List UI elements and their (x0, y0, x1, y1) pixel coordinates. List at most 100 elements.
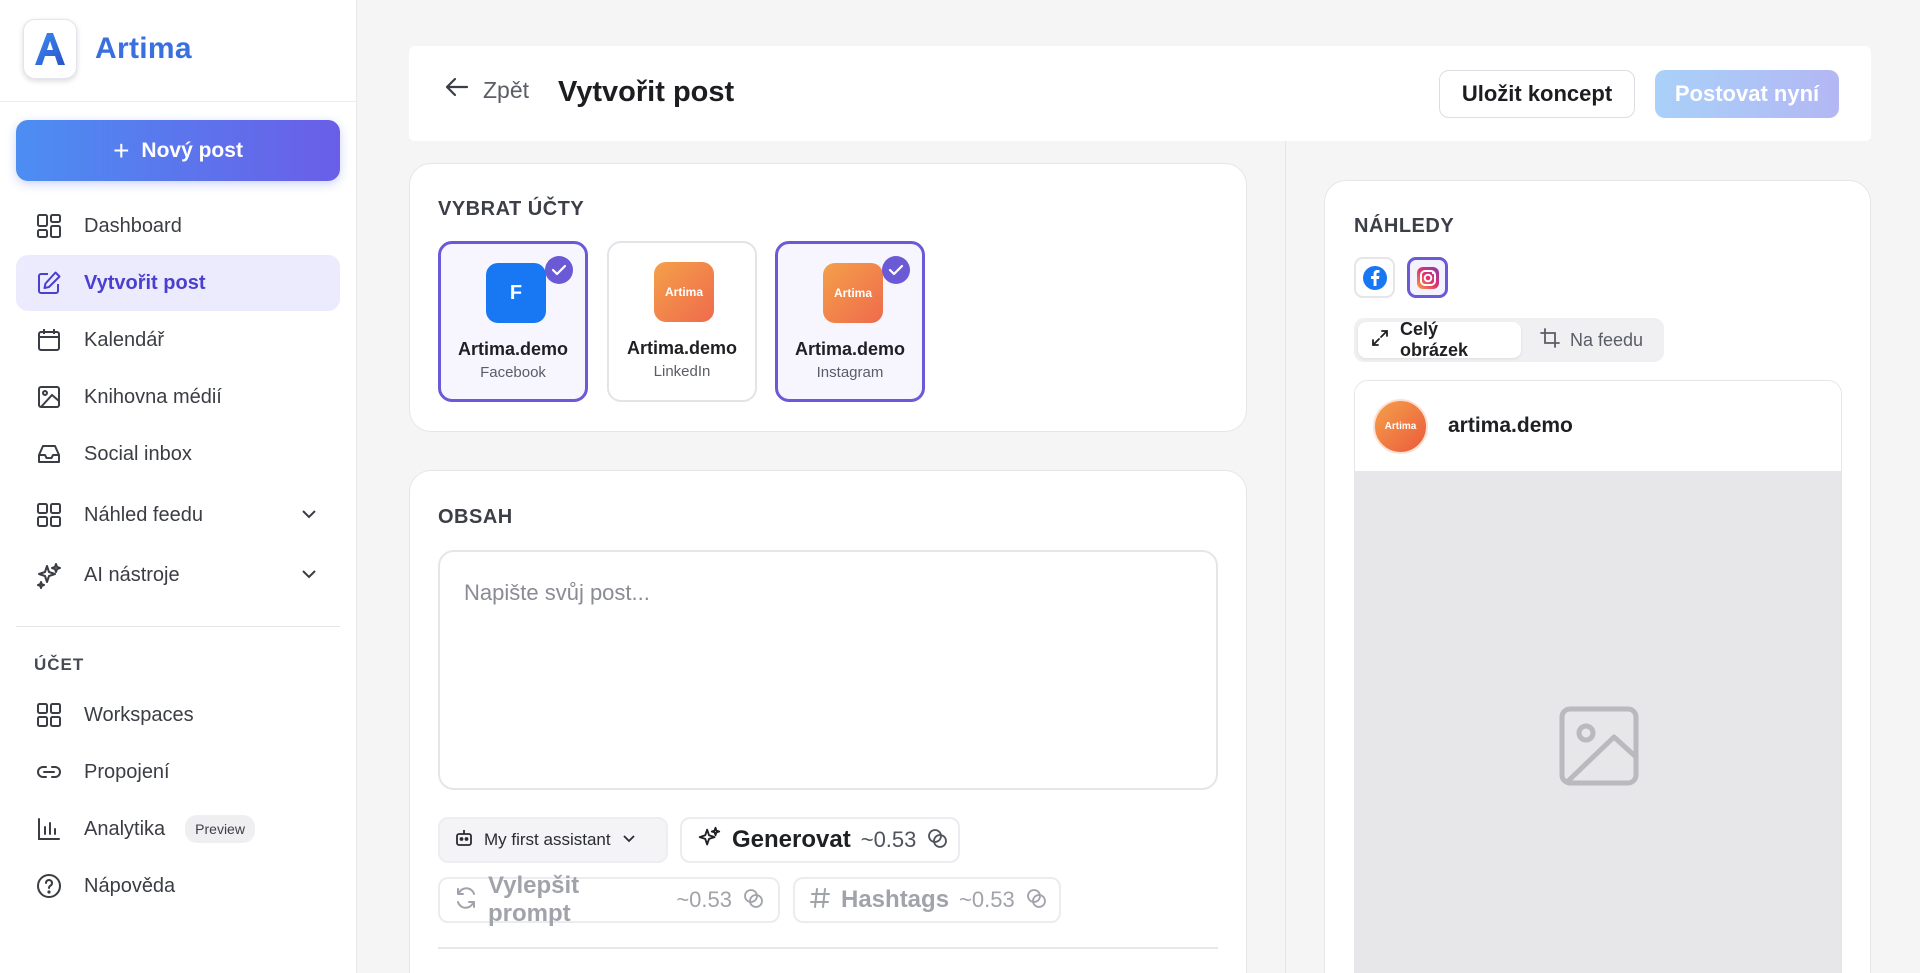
chevron-down-icon[interactable] (300, 505, 318, 529)
account-card-linkedin[interactable]: Artima Artima.demo LinkedIn (607, 241, 757, 402)
sidebar-item-connections[interactable]: Propojení (16, 744, 340, 800)
avatar: Artima (1373, 398, 1428, 454)
account-network: Instagram (816, 364, 884, 381)
chevron-down-icon[interactable] (300, 565, 318, 589)
hashtags-button[interactable]: Hashtags ~0.53 (793, 877, 1061, 923)
app-logo (23, 19, 77, 79)
hashtags-cost: ~0.53 (959, 887, 1015, 912)
sidebar-item-calendar[interactable]: Kalendář (16, 312, 340, 368)
save-draft-button[interactable]: Uložit koncept (1439, 70, 1635, 118)
mode-on-feed[interactable]: Na feedu (1528, 322, 1658, 358)
check-icon (882, 256, 910, 284)
help-icon (34, 871, 64, 901)
new-post-button[interactable]: + Nový post (16, 120, 340, 181)
sidebar-item-social-inbox[interactable]: Social inbox (16, 426, 340, 482)
sidebar-item-dashboard[interactable]: Dashboard (16, 198, 340, 254)
account-name: Artima.demo (457, 339, 569, 359)
post-preview-header: Artima artima.demo (1355, 381, 1841, 471)
mode-full-image[interactable]: Celý obrázek (1358, 319, 1521, 360)
edit-icon (34, 268, 64, 298)
back-label: Zpět (483, 76, 530, 103)
account-network: LinkedIn (653, 363, 711, 380)
section-title-account: ÚČET (34, 655, 85, 674)
sidebar-item-analytics[interactable]: Analytika Preview (16, 801, 340, 857)
sidebar-item-label: Workspaces (84, 703, 194, 726)
sparkles-icon (696, 825, 722, 856)
sparkles-icon (34, 560, 64, 590)
page-header: Zpět Vytvořit post Uložit koncept Postov… (409, 46, 1871, 141)
back-button[interactable]: Zpět (445, 76, 529, 104)
logo-a-icon (35, 33, 65, 65)
mode-full-label: Celý obrázek (1400, 319, 1469, 360)
sidebar-item-help[interactable]: Nápověda (16, 858, 340, 914)
improve-prompt-cost: ~0.53 (676, 887, 732, 912)
generate-cost: ~0.53 (860, 827, 917, 852)
preview-facebook-toggle[interactable] (1354, 257, 1395, 298)
instagram-icon (1416, 266, 1439, 289)
sidebar-item-label: Kalendář (84, 328, 165, 351)
post-text-input[interactable]: Napište svůj post... (438, 550, 1218, 790)
sidebar-item-label: Social inbox (84, 442, 192, 465)
crop-icon (1540, 327, 1560, 353)
account-name: Artima.demo (794, 339, 906, 359)
sidebar-item-feed-preview[interactable]: Náhled feedu (16, 487, 340, 543)
sidebar-item-label: Nápověda (84, 874, 176, 897)
image-placeholder-icon (1558, 705, 1640, 792)
post-now-button[interactable]: Postovat nyní (1655, 70, 1839, 118)
post-preview: Artima artima.demo (1354, 380, 1842, 973)
preview-mode-toggle: Celý obrázek Na feedu (1354, 318, 1664, 362)
improve-prompt-label: Vylepšit prompt (488, 872, 580, 927)
accounts-title: VYBRAT ÚČTY (438, 198, 585, 220)
content-title: OBSAH (438, 506, 513, 528)
improve-prompt-button[interactable]: Vylepšit prompt ~0.53 (438, 872, 780, 927)
preview-title: NÁHLEDY (1354, 215, 1455, 237)
credits-icon (742, 887, 764, 914)
generate-button[interactable]: Generovat ~0.53 (680, 817, 960, 863)
grid-icon (34, 700, 64, 730)
account-card-instagram[interactable]: Artima Artima.demo Instagram (775, 241, 925, 402)
column-divider (1285, 141, 1286, 973)
divider (16, 626, 340, 627)
inbox-icon (34, 439, 64, 469)
generate-label: Generovat (732, 826, 851, 853)
new-post-label: Nový post (141, 138, 243, 162)
hashtags-label: Hashtags (841, 886, 950, 913)
sidebar-item-label: Vytvořit post (84, 271, 206, 294)
account-name: Artima.demo (626, 338, 738, 358)
calendar-icon (34, 325, 64, 355)
plus-icon: + (113, 134, 130, 166)
grid-icon (34, 500, 64, 530)
page-title: Vytvořit post (558, 76, 735, 108)
post-media-placeholder (1355, 471, 1841, 973)
sidebar-item-media-library[interactable]: Knihovna médií (16, 369, 340, 425)
expand-icon (1370, 328, 1390, 353)
preview-instagram-toggle[interactable] (1407, 257, 1448, 298)
post-text-placeholder: Napište svůj post... (464, 580, 650, 605)
link-icon (34, 757, 64, 787)
account-card-facebook[interactable]: F Artima.demo Facebook (438, 241, 588, 402)
robot-icon (454, 828, 474, 853)
assistant-label: My first assistant (484, 830, 611, 849)
divider (438, 947, 1218, 949)
refresh-icon (454, 886, 478, 915)
preview-badge: Preview (185, 815, 255, 843)
brand[interactable]: Artima (23, 19, 192, 79)
sidebar-item-label: Dashboard (84, 214, 182, 237)
sidebar-item-create-post[interactable]: Vytvořit post (16, 255, 340, 311)
sidebar-item-label: Knihovna médií (84, 385, 222, 408)
facebook-icon (1362, 265, 1387, 290)
image-icon (34, 382, 64, 412)
linkedin-avatar: Artima (654, 262, 714, 322)
hash-icon (809, 887, 831, 914)
sidebar-item-workspaces[interactable]: Workspaces (16, 687, 340, 743)
sidebar-item-ai-tools[interactable]: AI nástroje (16, 547, 340, 603)
sidebar-item-label: Analytika (84, 817, 166, 840)
credits-icon (926, 827, 948, 854)
sidebar-item-label: AI nástroje (84, 563, 180, 586)
credits-icon (1025, 887, 1047, 914)
post-username: artima.demo (1448, 414, 1573, 437)
bar-chart-icon (34, 814, 64, 844)
arrow-left-icon (445, 76, 469, 104)
brand-name: Artima (95, 32, 192, 65)
assistant-select[interactable]: My first assistant (438, 817, 668, 863)
